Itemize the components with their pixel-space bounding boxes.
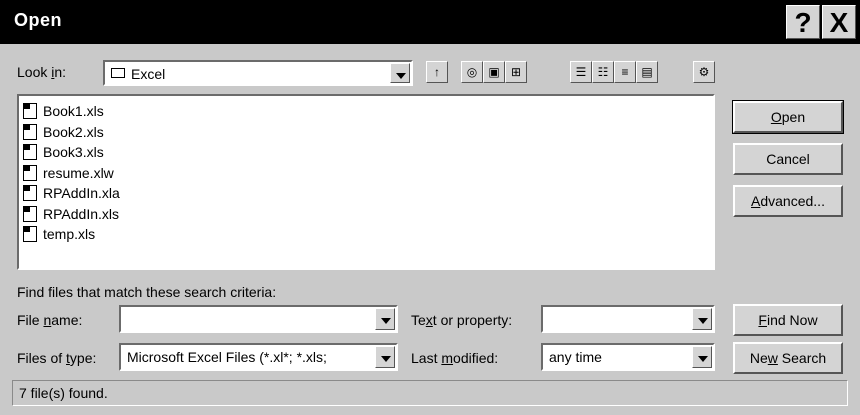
list-item[interactable]: RPAddIn.xla xyxy=(19,183,713,204)
excel-workbook-icon xyxy=(23,144,37,160)
last-modified-select[interactable]: any time xyxy=(541,343,715,371)
look-in-value: Excel xyxy=(131,66,166,82)
chevron-down-icon[interactable] xyxy=(692,308,712,330)
new-search-button[interactable]: New Search xyxy=(733,342,843,374)
add-to-favorites-icon[interactable]: ⊞ xyxy=(505,61,527,83)
look-in-label: Look in: xyxy=(17,64,67,80)
list-item[interactable]: Book1.xls xyxy=(19,101,713,122)
properties-view-icon[interactable]: ≡ xyxy=(614,61,636,83)
up-one-level-icon[interactable]: ↑ xyxy=(426,61,448,83)
list-item[interactable]: temp.xls xyxy=(19,224,713,245)
files-of-type-select[interactable]: Microsoft Excel Files (*.xl*; *.xls; xyxy=(119,343,398,371)
look-in-combo[interactable]: Excel xyxy=(103,60,413,86)
criteria-label: Find files that match these search crite… xyxy=(17,284,277,300)
list-item[interactable]: Book3.xls xyxy=(19,142,713,163)
close-button[interactable]: X xyxy=(822,5,856,39)
open-dialog: Open ? X Look in: Excel ↑ ◎ ▣ ⊞ ☰ ☷ ≡ ▤ … xyxy=(0,0,860,415)
chevron-down-icon[interactable] xyxy=(390,63,410,83)
list-view-icon[interactable]: ☰ xyxy=(570,61,592,83)
status-bar: 7 file(s) found. xyxy=(12,380,848,406)
open-button[interactable]: Open xyxy=(732,100,844,134)
excel-workbook-icon xyxy=(23,226,37,242)
file-list-items: Book1.xls Book2.xls Book3.xls resume.xlw… xyxy=(19,96,713,245)
advanced-button[interactable]: Advanced... xyxy=(733,185,843,217)
chevron-down-icon[interactable] xyxy=(375,346,395,368)
excel-workbook-icon xyxy=(23,205,37,222)
file-list[interactable]: Book1.xls Book2.xls Book3.xls resume.xlw… xyxy=(17,94,715,270)
details-view-icon[interactable]: ☷ xyxy=(592,61,614,83)
excel-addin-icon xyxy=(23,185,37,201)
last-modified-label: Last modified: xyxy=(411,350,499,366)
find-now-button[interactable]: Find Now xyxy=(733,304,843,336)
list-item[interactable]: Book2.xls xyxy=(19,122,713,143)
folder-icon xyxy=(111,68,125,78)
help-button[interactable]: ? xyxy=(786,5,820,39)
list-item[interactable]: RPAddIn.xls xyxy=(19,204,713,225)
commands-settings-icon[interactable]: ⚙ xyxy=(693,61,715,83)
text-property-label: Text or property: xyxy=(411,312,513,328)
chevron-down-icon[interactable] xyxy=(692,346,712,368)
excel-workbook-icon xyxy=(23,123,37,140)
chevron-down-icon[interactable] xyxy=(375,308,395,330)
excel-workspace-icon xyxy=(23,164,37,181)
text-property-field[interactable] xyxy=(541,305,715,333)
title-bar: Open ? X xyxy=(0,0,860,44)
file-name-label: File name: xyxy=(17,312,83,328)
cancel-button[interactable]: Cancel xyxy=(733,143,843,175)
excel-workbook-icon xyxy=(23,103,37,119)
list-item[interactable]: resume.xlw xyxy=(19,163,713,184)
search-web-icon[interactable]: ◎ xyxy=(461,61,483,83)
preview-view-icon[interactable]: ▤ xyxy=(636,61,658,83)
look-in-favorites-icon[interactable]: ▣ xyxy=(483,61,505,83)
file-name-field[interactable] xyxy=(119,305,398,333)
dialog-title: Open xyxy=(14,10,63,30)
files-of-type-label: Files of type: xyxy=(17,350,97,366)
